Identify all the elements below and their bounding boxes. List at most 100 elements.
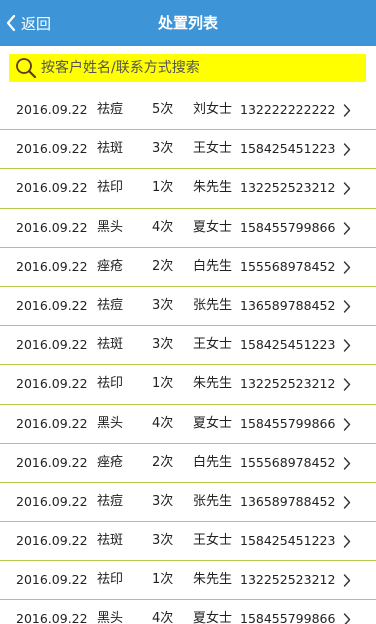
list-item[interactable]: 2016.09.22 祛痘 3次 张先生 136589788452 [0, 483, 376, 523]
date-text: 2016.09.22 [16, 493, 88, 509]
treatment-list: 2016.09.22 祛痘 5次 刘女士 132222222222 2016.09.22 祛… [0, 91, 376, 624]
chevron-right-icon[interactable] [343, 287, 351, 313]
list-item[interactable]: 2016.09.22 黑头 4次 夏女士 158455799866 [0, 405, 376, 444]
count-text: 3次 [152, 533, 174, 549]
chevron-right-icon[interactable] [343, 405, 351, 431]
phone-text: 158425451223 [240, 337, 336, 353]
count-text: 5次 [152, 102, 174, 117]
chevron-left-icon [6, 15, 16, 31]
list-item[interactable]: 2016.09.22 痤疮 2次 白先生 155568978452 [0, 248, 376, 287]
search-icon [15, 57, 37, 79]
phone-text: 155568978452 [240, 454, 336, 470]
list-item[interactable]: 2016.09.22 黑头 4次 夏女士 158455799866 [0, 600, 376, 624]
chevron-right-icon[interactable] [343, 91, 351, 117]
service-text: 痤疮 [97, 454, 124, 470]
service-text: 黑头 [97, 219, 124, 235]
phone-text: 158425451223 [240, 533, 336, 549]
phone-text: 132252523212 [240, 572, 336, 588]
customer-name: 王女士 [193, 337, 233, 353]
service-text: 祛痘 [97, 493, 124, 509]
count-text: 3次 [152, 337, 174, 353]
customer-name: 夏女士 [193, 611, 233, 624]
date-text: 2016.09.22 [16, 533, 88, 549]
count-text: 3次 [152, 493, 174, 509]
list-item[interactable]: 2016.09.22 黑头 4次 夏女士 158455799866 [0, 209, 376, 248]
list-item[interactable]: 2016.09.22 祛印 1次 朱先生 132252523212 [0, 561, 376, 601]
chevron-right-icon[interactable] [343, 522, 351, 548]
customer-name: 夏女士 [193, 415, 233, 431]
count-text: 4次 [152, 415, 174, 431]
chevron-right-icon[interactable] [343, 561, 351, 587]
customer-name: 刘女士 [193, 102, 233, 117]
date-text: 2016.09.22 [16, 219, 88, 235]
customer-name: 白先生 [193, 258, 233, 274]
date-text: 2016.09.22 [16, 454, 88, 470]
list-item[interactable]: 2016.09.22 祛斑 3次 王女士 158425451223 [0, 326, 376, 366]
chevron-right-icon[interactable] [343, 169, 351, 196]
app-header: 返回 处置列表 [0, 0, 376, 46]
service-text: 祛印 [97, 376, 124, 392]
count-text: 1次 [152, 376, 174, 392]
chevron-right-icon[interactable] [343, 248, 351, 274]
list-item[interactable]: 2016.09.22 祛斑 3次 王女士 158425451223 [0, 522, 376, 562]
chevron-right-icon[interactable] [343, 483, 351, 509]
count-text: 1次 [152, 180, 174, 196]
service-text: 祛斑 [97, 141, 124, 157]
phone-text: 132252523212 [240, 180, 336, 196]
list-item[interactable]: 2016.09.22 祛斑 3次 王女士 158425451223 [0, 130, 376, 170]
service-text: 黑头 [97, 415, 124, 431]
phone-text: 136589788452 [240, 493, 336, 509]
customer-name: 朱先生 [193, 376, 233, 392]
list-item[interactable]: 2016.09.22 祛印 1次 朱先生 132252523212 [0, 365, 376, 405]
list-item[interactable]: 2016.09.22 祛痘 5次 刘女士 132222222222 [0, 91, 376, 131]
customer-name: 白先生 [193, 454, 233, 470]
count-text: 2次 [152, 454, 174, 470]
count-text: 4次 [152, 219, 174, 235]
customer-name: 张先生 [193, 297, 233, 313]
list-item[interactable]: 2016.09.22 祛痘 3次 张先生 136589788452 [0, 287, 376, 327]
customer-name: 王女士 [193, 533, 233, 549]
phone-text: 136589788452 [240, 297, 336, 313]
date-text: 2016.09.22 [16, 180, 88, 196]
date-text: 2016.09.22 [16, 376, 88, 392]
list-item[interactable]: 2016.09.22 祛印 1次 朱先生 132252523212 [0, 169, 376, 209]
phone-text: 158425451223 [240, 141, 336, 157]
phone-text: 155568978452 [240, 258, 336, 274]
phone-text: 158455799866 [240, 415, 336, 431]
chevron-right-icon[interactable] [343, 326, 351, 352]
date-text: 2016.09.22 [16, 297, 88, 313]
service-text: 祛印 [97, 180, 124, 196]
customer-name: 王女士 [193, 141, 233, 157]
service-text: 祛印 [97, 572, 124, 588]
chevron-right-icon[interactable] [343, 600, 351, 624]
date-text: 2016.09.22 [16, 572, 88, 588]
customer-name: 张先生 [193, 493, 233, 509]
date-text: 2016.09.22 [16, 141, 88, 157]
service-text: 痤疮 [97, 258, 124, 274]
service-text: 黑头 [97, 611, 124, 624]
count-text: 3次 [152, 141, 174, 157]
date-text: 2016.09.22 [16, 415, 88, 431]
customer-name: 朱先生 [193, 180, 233, 196]
search-bar[interactable] [9, 54, 366, 82]
chevron-right-icon[interactable] [343, 365, 351, 392]
phone-text: 132252523212 [240, 376, 336, 392]
chevron-right-icon[interactable] [343, 209, 351, 235]
phone-text: 132222222222 [240, 102, 336, 117]
service-text: 祛斑 [97, 337, 124, 353]
count-text: 2次 [152, 258, 174, 274]
search-input[interactable] [41, 55, 341, 81]
page-title: 处置列表 [157, 14, 218, 32]
back-label: 返回 [21, 14, 52, 33]
service-text: 祛斑 [97, 533, 124, 549]
chevron-right-icon[interactable] [343, 130, 351, 156]
date-text: 2016.09.22 [16, 258, 88, 274]
phone-text: 158455799866 [240, 219, 336, 235]
back-button[interactable]: 返回 [6, 0, 51, 46]
list-item[interactable]: 2016.09.22 痤疮 2次 白先生 155568978452 [0, 444, 376, 483]
service-text: 祛痘 [97, 297, 124, 313]
date-text: 2016.09.22 [16, 337, 88, 353]
customer-name: 朱先生 [193, 572, 233, 588]
date-text: 2016.09.22 [16, 611, 88, 624]
chevron-right-icon[interactable] [343, 444, 351, 470]
